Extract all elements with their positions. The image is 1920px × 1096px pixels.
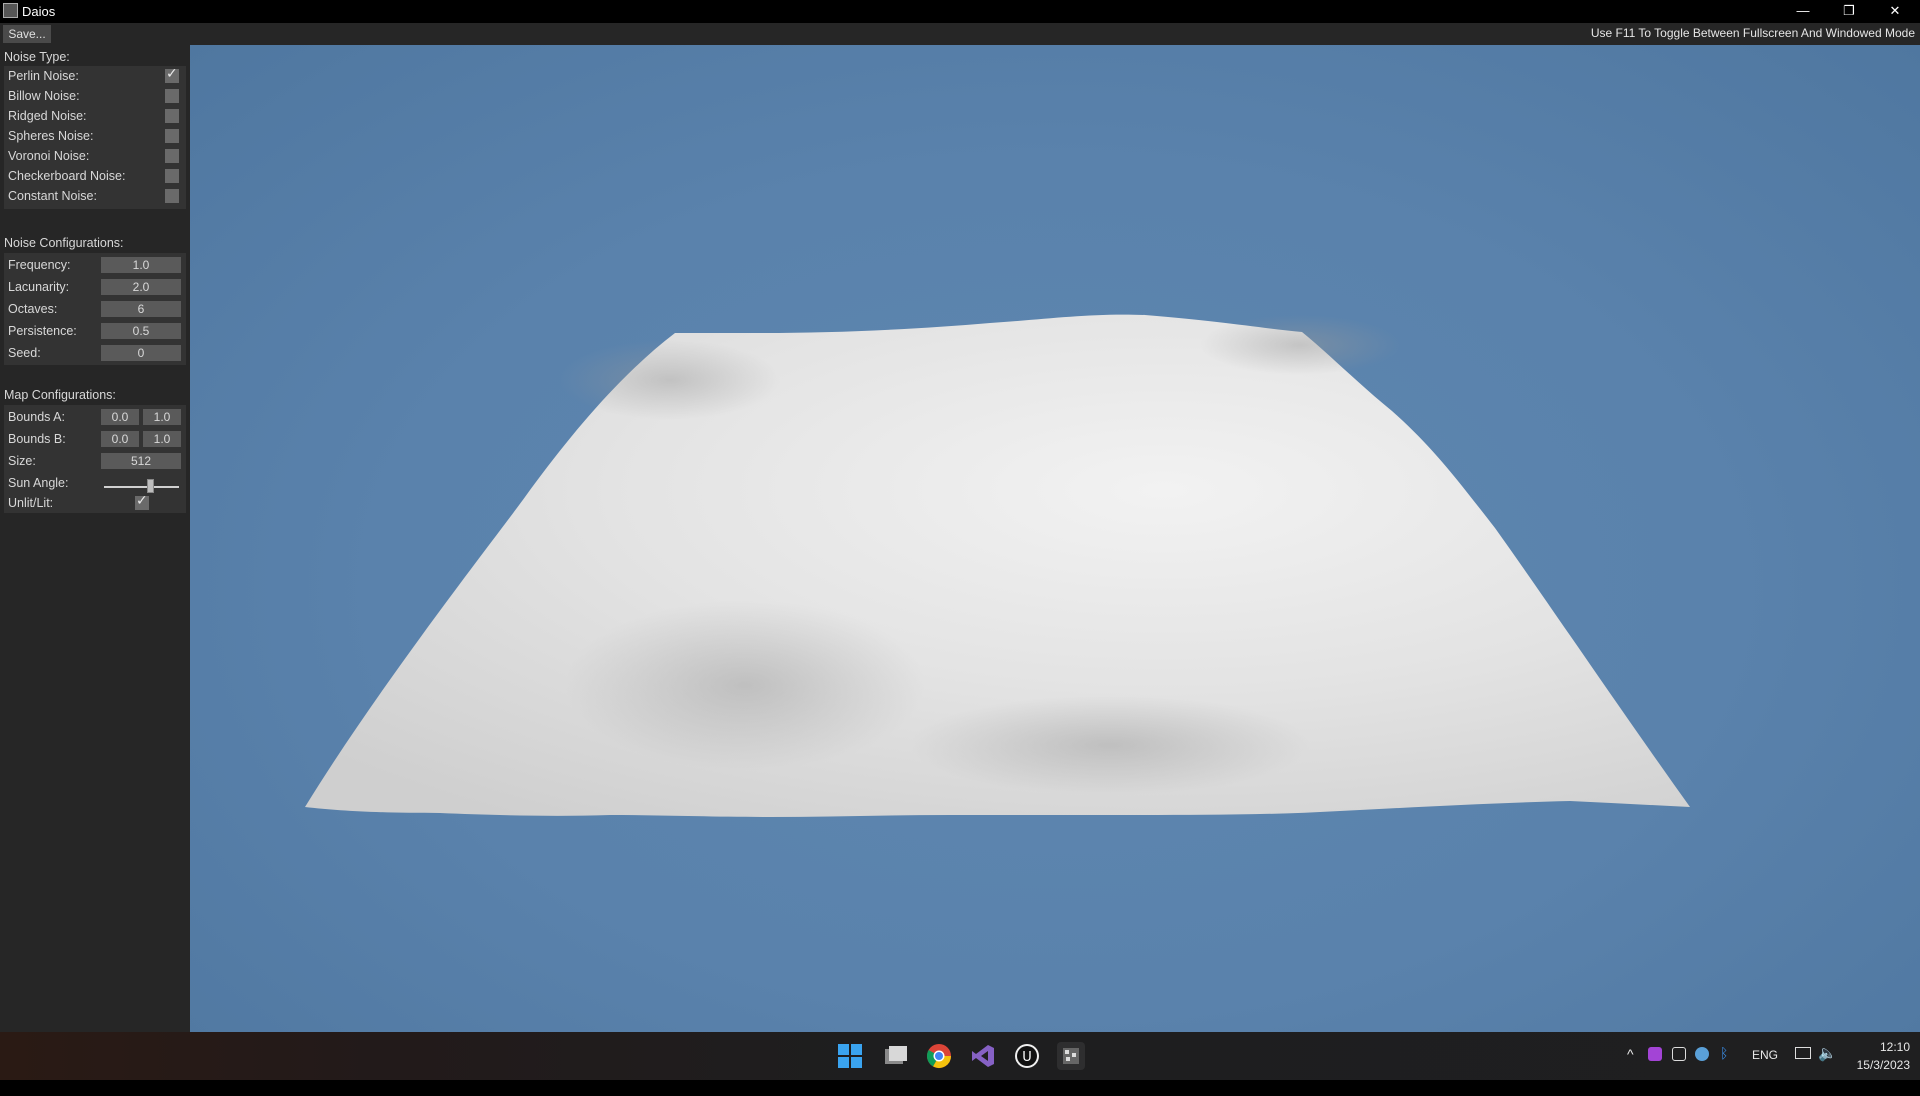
steam-icon[interactable] bbox=[1695, 1047, 1709, 1061]
app-icon bbox=[3, 3, 18, 18]
persistence-label: Persistence: bbox=[8, 324, 77, 338]
bounds-b-row: Bounds B: 0.0 1.0 bbox=[4, 429, 186, 449]
unreal-engine-icon[interactable]: U bbox=[1013, 1042, 1041, 1070]
bounds-a-label: Bounds A: bbox=[8, 410, 65, 424]
lacunarity-input[interactable]: 2.0 bbox=[101, 279, 181, 295]
tray-app-icon[interactable] bbox=[1672, 1047, 1686, 1061]
ridged-checkbox[interactable] bbox=[165, 109, 179, 123]
map-config-title: Map Configurations: bbox=[4, 388, 116, 402]
clock[interactable]: 12:10 15/3/2023 bbox=[1848, 1032, 1910, 1080]
lacunarity-label: Lacunarity: bbox=[8, 280, 70, 294]
noise-option-ridged: Ridged Noise: bbox=[4, 106, 186, 126]
noise-option-label: Ridged Noise: bbox=[8, 109, 87, 123]
frequency-input[interactable]: 1.0 bbox=[101, 257, 181, 273]
noise-option-label: Spheres Noise: bbox=[8, 129, 94, 143]
seed-row: Seed: 0 bbox=[4, 343, 186, 363]
sun-angle-slider-track[interactable] bbox=[104, 486, 179, 488]
noise-option-perlin: Perlin Noise: bbox=[4, 66, 186, 86]
unlit-lit-checkbox[interactable] bbox=[135, 493, 149, 510]
spheres-checkbox[interactable] bbox=[165, 129, 179, 143]
noise-option-label: Billow Noise: bbox=[8, 89, 80, 103]
noise-option-voronoi: Voronoi Noise: bbox=[4, 146, 186, 166]
volume-icon[interactable]: 🔈 bbox=[1818, 1044, 1837, 1092]
noise-option-spheres: Spheres Noise: bbox=[4, 126, 186, 146]
lacunarity-row: Lacunarity: 2.0 bbox=[4, 277, 186, 297]
seed-input[interactable]: 0 bbox=[101, 345, 181, 361]
sun-angle-label: Sun Angle: bbox=[8, 476, 69, 490]
noise-type-panel: Perlin Noise: Billow Noise: Ridged Noise… bbox=[4, 66, 186, 209]
taskbar: U ^ ᛒ ENG 🔈 12:10 15/3/2023 bbox=[0, 1032, 1920, 1080]
noise-option-constant: Constant Noise: bbox=[4, 186, 186, 206]
billow-checkbox[interactable] bbox=[165, 89, 179, 103]
bounds-a-min-input[interactable]: 0.0 bbox=[101, 409, 139, 425]
noise-option-label: Checkerboard Noise: bbox=[8, 169, 126, 183]
network-icon[interactable] bbox=[1795, 1047, 1811, 1059]
sun-angle-slider-thumb[interactable] bbox=[147, 479, 154, 493]
checkerboard-checkbox[interactable] bbox=[165, 169, 179, 183]
tray-app-icon[interactable] bbox=[1648, 1047, 1662, 1061]
visual-studio-icon[interactable] bbox=[969, 1042, 997, 1070]
close-button[interactable]: ✕ bbox=[1872, 0, 1918, 23]
octaves-label: Octaves: bbox=[8, 302, 58, 316]
tray-overflow-chevron-icon[interactable]: ^ bbox=[1627, 1046, 1634, 1094]
terrain-shadow bbox=[1200, 315, 1400, 375]
unlit-lit-row: Unlit/Lit: bbox=[4, 493, 186, 513]
fullscreen-hint: Use F11 To Toggle Between Fullscreen And… bbox=[1590, 26, 1915, 40]
bounds-b-max-input[interactable]: 1.0 bbox=[143, 431, 181, 447]
noise-option-checkerboard: Checkerboard Noise: bbox=[4, 166, 186, 186]
terrain-shadow bbox=[910, 695, 1310, 795]
octaves-row: Octaves: 6 bbox=[4, 299, 186, 319]
octaves-input[interactable]: 6 bbox=[101, 301, 181, 317]
clock-date: 15/3/2023 bbox=[1856, 1058, 1910, 1072]
persistence-input[interactable]: 0.5 bbox=[101, 323, 181, 339]
sun-angle-row: Sun Angle: bbox=[4, 473, 186, 493]
constant-checkbox[interactable] bbox=[165, 189, 179, 203]
chrome-icon[interactable] bbox=[925, 1042, 953, 1070]
title-bar: Daios — ❐ ✕ bbox=[0, 0, 1920, 23]
terrain-shadow bbox=[565, 600, 925, 770]
bounds-a-row: Bounds A: 0.0 1.0 bbox=[4, 407, 186, 427]
noise-option-billow: Billow Noise: bbox=[4, 86, 186, 106]
sidebar: Noise Type: Perlin Noise: Billow Noise: … bbox=[0, 45, 190, 1032]
language-indicator[interactable]: ENG bbox=[1752, 1048, 1778, 1096]
svg-text:U: U bbox=[1022, 1050, 1032, 1065]
terrain-render bbox=[305, 314, 1690, 817]
minimize-button[interactable]: — bbox=[1780, 0, 1826, 23]
save-button[interactable]: Save... bbox=[3, 25, 51, 43]
frequency-row: Frequency: 1.0 bbox=[4, 255, 186, 275]
clock-time: 12:10 bbox=[1879, 1040, 1910, 1054]
bluetooth-icon[interactable]: ᛒ bbox=[1720, 1045, 1728, 1093]
unlit-lit-label: Unlit/Lit: bbox=[8, 496, 54, 510]
windows-start-icon[interactable] bbox=[836, 1042, 864, 1070]
size-row: Size: 512 bbox=[4, 451, 186, 471]
map-config-panel: Bounds A: 0.0 1.0 Bounds B: 0.0 1.0 Size… bbox=[4, 405, 186, 513]
bounds-b-label: Bounds B: bbox=[8, 432, 66, 446]
daios-app-icon[interactable] bbox=[1057, 1042, 1085, 1070]
frequency-label: Frequency: bbox=[8, 258, 71, 272]
noise-option-label: Perlin Noise: bbox=[8, 69, 79, 83]
bounds-a-max-input[interactable]: 1.0 bbox=[143, 409, 181, 425]
noise-type-title: Noise Type: bbox=[4, 50, 70, 64]
persistence-row: Persistence: 0.5 bbox=[4, 321, 186, 341]
terrain-viewport[interactable] bbox=[190, 45, 1920, 1032]
bounds-b-min-input[interactable]: 0.0 bbox=[101, 431, 139, 447]
menu-bar: Save... Use F11 To Toggle Between Fullsc… bbox=[0, 23, 1920, 45]
noise-config-panel: Frequency: 1.0 Lacunarity: 2.0 Octaves: … bbox=[4, 253, 186, 365]
voronoi-checkbox[interactable] bbox=[165, 149, 179, 163]
restore-button[interactable]: ❐ bbox=[1826, 0, 1872, 23]
file-explorer-icon[interactable] bbox=[881, 1042, 909, 1070]
noise-config-title: Noise Configurations: bbox=[4, 236, 124, 250]
window-title: Daios bbox=[22, 4, 56, 19]
noise-option-label: Constant Noise: bbox=[8, 189, 97, 203]
size-label: Size: bbox=[8, 454, 36, 468]
seed-label: Seed: bbox=[8, 346, 41, 360]
terrain-shadow bbox=[560, 340, 780, 420]
size-input[interactable]: 512 bbox=[101, 453, 181, 469]
noise-option-label: Voronoi Noise: bbox=[8, 149, 90, 163]
perlin-checkbox[interactable] bbox=[165, 66, 179, 83]
